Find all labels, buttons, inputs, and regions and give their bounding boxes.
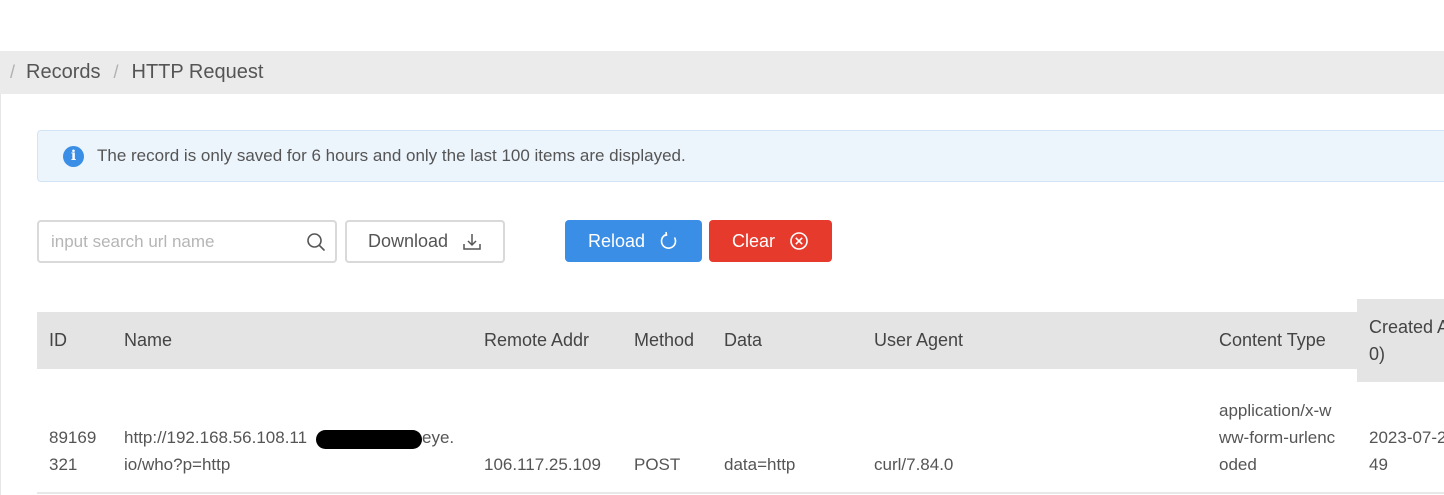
reload-button-label: Reload xyxy=(587,230,646,251)
cell-created-at-cont: 49 xyxy=(1369,455,1388,474)
column-header-id[interactable]: ID xyxy=(49,327,67,354)
clear-button-label: Clear xyxy=(731,230,775,251)
search-box xyxy=(37,220,337,263)
cell-user-agent: curl/7.84.0 xyxy=(874,455,954,474)
clear-button[interactable]: Clear xyxy=(709,220,832,262)
cell-created-at: 2023-07-2 xyxy=(1369,428,1444,447)
cell-content-type-cont: ww-form-urlenc xyxy=(1219,428,1336,447)
table-header xyxy=(37,312,1357,369)
top-header xyxy=(0,0,1444,51)
breadcrumb: / Records / HTTP Request xyxy=(0,51,1444,94)
search-input[interactable] xyxy=(49,230,303,253)
breadcrumb-separator: / xyxy=(113,62,119,82)
reload-button[interactable]: Reload xyxy=(565,220,702,262)
info-icon: i xyxy=(63,145,84,167)
circle-close-icon xyxy=(790,232,808,250)
cell-method: POST xyxy=(634,455,681,474)
cell-name-cont: io/who?p=http xyxy=(124,455,231,474)
cell-id: 89169 xyxy=(49,428,97,447)
column-header-content-type[interactable]: Content Type xyxy=(1219,327,1326,354)
column-header-name[interactable]: Name xyxy=(124,327,172,354)
download-icon xyxy=(463,233,481,250)
cell-name: http://192.168.56.108.11 xyxy=(124,428,308,447)
row-divider xyxy=(37,492,1444,494)
breadcrumb-item-http-request: HTTP Request xyxy=(131,61,264,83)
cell-data: data=http xyxy=(724,455,796,474)
refresh-icon xyxy=(660,231,677,249)
cell-content-type-cont: oded xyxy=(1219,455,1257,474)
cell-name-end: eye. xyxy=(422,428,455,447)
column-header-user-agent[interactable]: User Agent xyxy=(874,327,963,354)
content-border xyxy=(0,94,1,495)
search-icon[interactable] xyxy=(306,232,326,252)
download-button[interactable]: Download xyxy=(345,220,505,263)
info-alert: i The record is only saved for 6 hours a… xyxy=(37,130,1444,182)
cell-remote-addr: 106.117.25.109 xyxy=(484,455,601,474)
column-header-data[interactable]: Data xyxy=(724,327,762,354)
column-header-remote-addr[interactable]: Remote Addr xyxy=(484,327,589,354)
column-header-created-at[interactable]: Created A xyxy=(1369,314,1444,341)
breadcrumb-item-records[interactable]: Records xyxy=(26,61,100,84)
cell-id-cont: 321 xyxy=(49,455,78,474)
column-header-method[interactable]: Method xyxy=(634,327,694,354)
alert-text: The record is only saved for 6 hours and… xyxy=(97,146,686,165)
breadcrumb-separator: / xyxy=(10,62,16,82)
redaction-mark xyxy=(316,430,422,449)
cell-content-type: application/x-w xyxy=(1219,401,1332,420)
column-header-created-at-cont: 0) xyxy=(1369,344,1386,364)
download-button-label: Download xyxy=(367,231,449,251)
